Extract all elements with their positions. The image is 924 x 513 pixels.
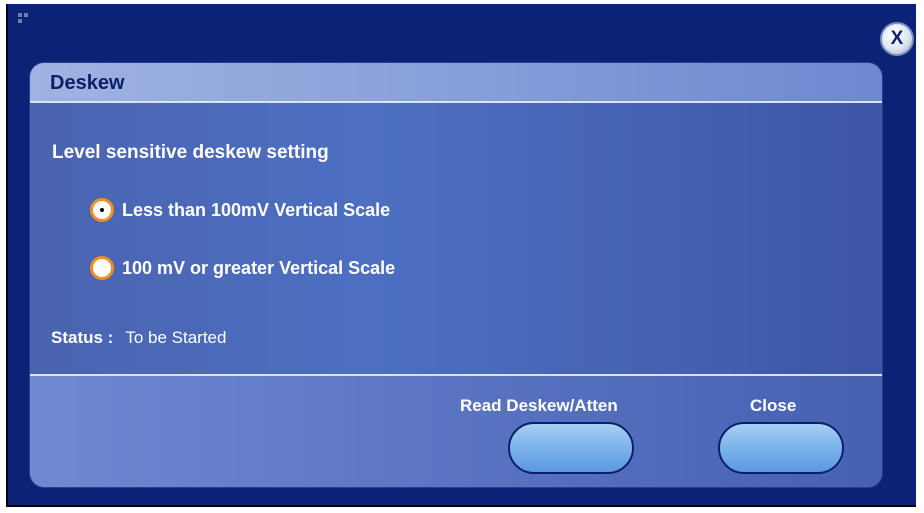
close-label: Close	[750, 396, 797, 415]
option-label: 100 mV or greater Vertical Scale	[122, 257, 396, 278]
status-value: To be Started	[125, 328, 227, 347]
drag-grip-icon[interactable]	[18, 13, 30, 25]
read-deskew-atten-button[interactable]	[508, 422, 634, 474]
close-icon[interactable]: X	[880, 22, 914, 56]
close-button[interactable]	[718, 422, 844, 474]
option-100mv-or-greater[interactable]: 100 mV or greater Vertical Scale	[90, 256, 395, 280]
panel-title: Deskew	[50, 72, 125, 94]
button-bar: Read Deskew/Atten Close	[30, 376, 882, 487]
option-less-than-100mv[interactable]: Less than 100mV Vertical Scale	[90, 198, 390, 222]
radio-selected-icon[interactable]	[90, 198, 114, 222]
radio-unselected-icon[interactable]	[90, 256, 114, 280]
deskew-panel: Deskew Level sensitive deskew setting Le…	[30, 63, 882, 487]
read-deskew-label: Read Deskew/Atten	[460, 396, 618, 415]
panel-titlebar: Deskew	[30, 63, 882, 103]
status-line: Status : To be Started	[51, 328, 226, 348]
setting-label: Level sensitive deskew setting	[52, 142, 329, 163]
status-label: Status :	[51, 328, 114, 347]
option-label: Less than 100mV Vertical Scale	[122, 199, 391, 220]
